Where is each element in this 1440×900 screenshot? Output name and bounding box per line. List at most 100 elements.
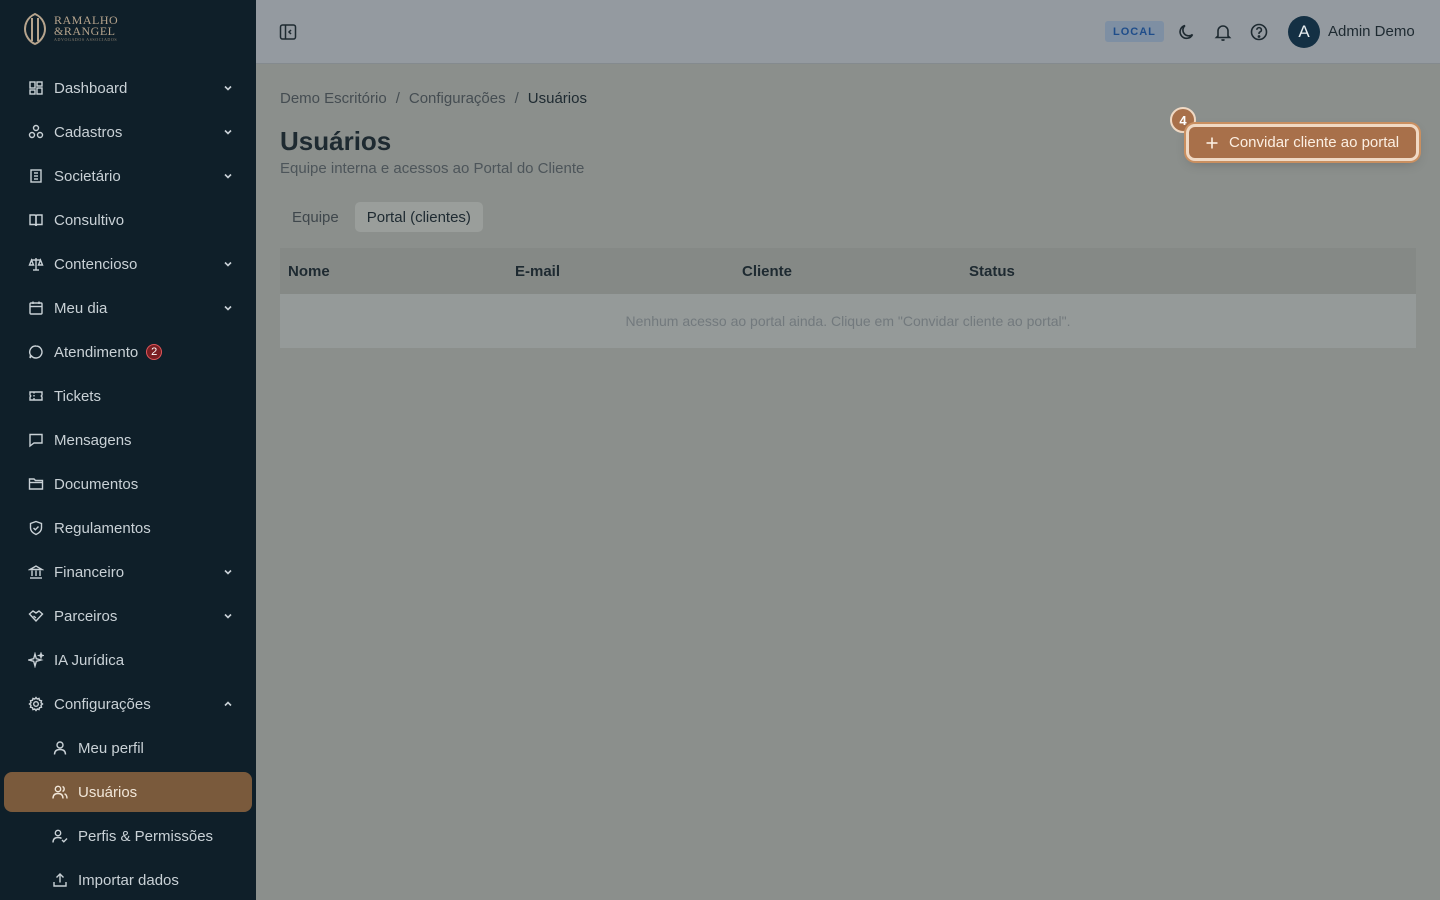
breadcrumb-separator: / xyxy=(395,90,400,107)
sidebar-subitem-usuarios[interactable]: Usuários xyxy=(4,772,252,812)
dashboard-icon xyxy=(28,80,44,96)
sidebar-item-label: IA Jurídica xyxy=(54,651,125,669)
tab-list: Equipe Portal (clientes) xyxy=(280,202,483,232)
sidebar-subitem-label: Meu perfil xyxy=(78,739,144,757)
bell-icon[interactable] xyxy=(1213,22,1233,42)
environment-badge: LOCAL xyxy=(1105,21,1164,42)
message-icon xyxy=(28,432,44,448)
sidebar-item-regulamentos[interactable]: Regulamentos xyxy=(0,506,256,550)
sidebar-subitem-label: Perfis & Permissões xyxy=(78,827,214,845)
breadcrumb-item[interactable]: Configurações xyxy=(409,90,506,107)
sidebar-item-label: Mensagens xyxy=(54,431,132,449)
sidebar-item-ia-juridica[interactable]: IA Jurídica xyxy=(0,638,256,682)
sidebar-item-label: Meu dia xyxy=(54,299,108,317)
sidebar-item-cadastros[interactable]: Cadastros xyxy=(0,110,256,154)
upload-icon xyxy=(52,872,68,888)
breadcrumb: Demo Escritório / Configurações / Usuári… xyxy=(280,90,587,107)
chevron-down-icon xyxy=(224,261,232,267)
invite-client-button[interactable]: Convidar cliente ao portal xyxy=(1189,127,1416,158)
sidebar: RAMALHO &RANGEL ADVOGADOS ASSOCIADOS Das… xyxy=(0,0,256,900)
user-check-icon xyxy=(52,828,68,844)
sidebar-item-societario[interactable]: Societário xyxy=(0,154,256,198)
sidebar-item-consultivo[interactable]: Consultivo xyxy=(0,198,256,242)
shield-icon xyxy=(28,520,44,536)
logo-line-3: ADVOGADOS ASSOCIADOS xyxy=(54,37,118,42)
notification-badge: 2 xyxy=(146,344,163,360)
users-icon xyxy=(52,784,68,800)
tab-portal-clientes[interactable]: Portal (clientes) xyxy=(354,202,483,232)
table-header: Nome E-mail Cliente Status xyxy=(280,248,1416,294)
cadastros-icon xyxy=(28,124,44,140)
bank-icon xyxy=(28,564,44,580)
sidebar-subitem-perfis-permissoes[interactable]: Perfis & Permissões xyxy=(0,814,256,858)
sidebar-item-label: Parceiros xyxy=(54,607,118,625)
moon-icon[interactable] xyxy=(1177,22,1197,42)
sidebar-item-label: Tickets xyxy=(54,387,101,405)
sidebar-item-label: Contencioso xyxy=(54,255,138,273)
chevron-down-icon xyxy=(224,85,232,91)
chevron-up-icon xyxy=(224,701,232,707)
tab-equipe[interactable]: Equipe xyxy=(280,202,351,232)
book-icon xyxy=(28,212,44,228)
building-icon xyxy=(28,168,44,184)
sidebar-item-configuracoes[interactable]: Configurações xyxy=(0,682,256,726)
chevron-down-icon xyxy=(224,129,232,135)
sidebar-item-contencioso[interactable]: Contencioso xyxy=(0,242,256,286)
sidebar-subitem-label: Usuários xyxy=(78,783,138,801)
folder-icon xyxy=(28,476,44,492)
sidebar-subitem-label: Importar dados xyxy=(78,871,179,889)
sidebar-item-label: Regulamentos xyxy=(54,519,151,537)
sidebar-item-label: Documentos xyxy=(54,475,139,493)
sidebar-nav: Dashboard Cadastros Societário Consultiv… xyxy=(0,66,256,900)
main-content: Demo Escritório / Configurações / Usuári… xyxy=(256,64,1440,900)
ticket-icon xyxy=(28,388,44,404)
sparkles-icon xyxy=(28,652,44,668)
user-icon xyxy=(52,740,68,756)
breadcrumb-item[interactable]: Demo Escritório xyxy=(280,90,387,107)
sidebar-item-parceiros[interactable]: Parceiros xyxy=(0,594,256,638)
sidebar-item-label: Consultivo xyxy=(54,211,125,229)
portal-users-table: Nome E-mail Cliente Status Nenhum acesso… xyxy=(280,248,1416,348)
plus-icon xyxy=(1206,137,1218,148)
sidebar-item-label: Configurações xyxy=(54,695,151,713)
chevron-down-icon xyxy=(224,613,232,619)
chevron-down-icon xyxy=(224,305,232,311)
help-icon[interactable] xyxy=(1249,22,1269,42)
user-name[interactable]: Admin Demo xyxy=(1328,23,1415,40)
avatar[interactable]: A xyxy=(1288,16,1320,48)
sidebar-item-atendimento[interactable]: Atendimento 2 xyxy=(0,330,256,374)
breadcrumb-current: Usuários xyxy=(527,90,587,107)
chat-icon xyxy=(28,344,44,360)
logo[interactable]: RAMALHO &RANGEL ADVOGADOS ASSOCIADOS xyxy=(22,12,118,46)
sidebar-item-tickets[interactable]: Tickets xyxy=(0,374,256,418)
scale-icon xyxy=(28,256,44,272)
sidebar-item-financeiro[interactable]: Financeiro xyxy=(0,550,256,594)
sidebar-item-label: Atendimento xyxy=(54,343,139,361)
empty-state-message: Nenhum acesso ao portal ainda. Clique em… xyxy=(280,294,1416,348)
column-header-nome[interactable]: Nome xyxy=(280,263,507,280)
sidebar-item-mensagens[interactable]: Mensagens xyxy=(0,418,256,462)
calendar-icon xyxy=(28,300,44,316)
sidebar-item-label: Societário xyxy=(54,167,121,185)
sidebar-subitem-meu-perfil[interactable]: Meu perfil xyxy=(0,726,256,770)
sidebar-subitem-importar-dados[interactable]: Importar dados xyxy=(0,858,256,900)
sidebar-item-label: Financeiro xyxy=(54,563,125,581)
sidebar-item-label: Cadastros xyxy=(54,123,123,141)
page-subtitle: Equipe interna e acessos ao Portal do Cl… xyxy=(280,160,585,177)
sidebar-item-documentos[interactable]: Documentos xyxy=(0,462,256,506)
column-header-status[interactable]: Status xyxy=(961,263,1188,280)
chevron-down-icon xyxy=(224,569,232,575)
breadcrumb-separator: / xyxy=(514,90,519,107)
column-header-email[interactable]: E-mail xyxy=(507,263,734,280)
invite-client-button-label: Convidar cliente ao portal xyxy=(1229,134,1400,151)
logo-mark-icon xyxy=(23,12,47,46)
sidebar-item-label: Dashboard xyxy=(54,79,128,97)
top-bar: LOCAL A Admin Demo xyxy=(256,0,1440,64)
column-header-cliente[interactable]: Cliente xyxy=(734,263,961,280)
sidebar-item-meu-dia[interactable]: Meu dia xyxy=(0,286,256,330)
gear-icon xyxy=(28,696,44,712)
sidebar-toggle-icon[interactable] xyxy=(279,23,297,41)
logo-line-2: &RANGEL xyxy=(54,24,116,38)
page-title: Usuários xyxy=(280,126,392,156)
sidebar-item-dashboard[interactable]: Dashboard xyxy=(0,66,256,110)
